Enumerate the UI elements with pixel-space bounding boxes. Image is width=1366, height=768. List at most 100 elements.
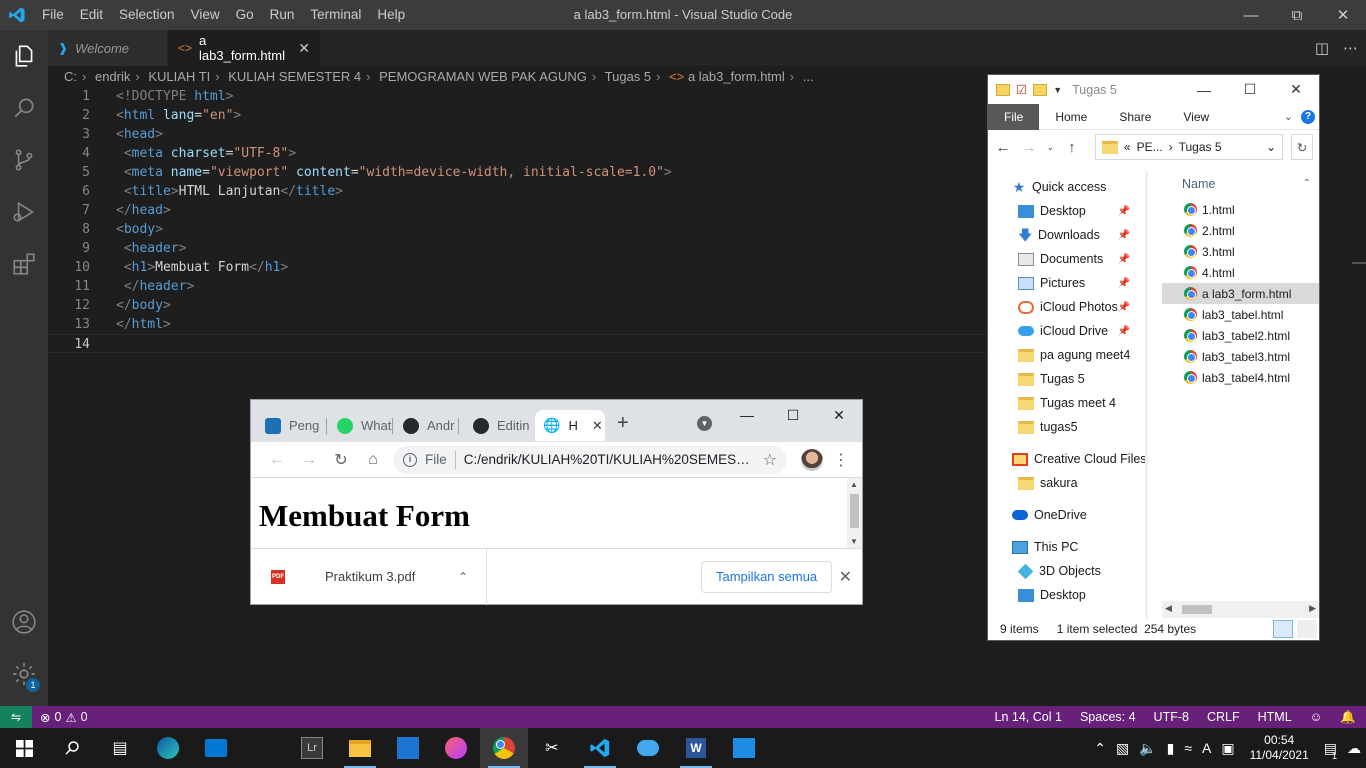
help-icon[interactable]: ? [1301, 109, 1315, 124]
file-row[interactable]: lab3_tabel4.html [1162, 367, 1319, 388]
vscode-taskbar-icon[interactable] [576, 728, 624, 768]
nav-item-pa-agung-meet4[interactable]: pa agung meet4 [988, 343, 1148, 367]
up-arrow-icon[interactable]: ↑ [1063, 139, 1081, 156]
task-view-icon[interactable]: ▤ [96, 728, 144, 768]
close-shelf-icon[interactable]: ✕ [839, 567, 852, 587]
forward-arrow-icon[interactable]: → [1020, 139, 1038, 156]
nav-item-quick-access[interactable]: ★ Quick access [988, 175, 1148, 199]
itunes-icon[interactable] [432, 728, 480, 768]
word-icon[interactable]: W [672, 728, 720, 768]
explorer-icon[interactable] [0, 30, 48, 82]
line-ending[interactable]: CRLF [1207, 710, 1240, 724]
filepane-hscrollbar[interactable]: ◀ ▶ [1162, 601, 1319, 618]
scrollbar-thumb[interactable] [850, 494, 859, 528]
icloud-tray-icon[interactable]: ☁ [1342, 740, 1366, 757]
language-mode[interactable]: HTML [1258, 710, 1292, 724]
expand-ribbon-icon[interactable]: ⌄ [1284, 110, 1293, 123]
chrome-tab[interactable]: Andr [389, 410, 459, 441]
scroll-right-icon[interactable]: ▶ [1309, 603, 1316, 614]
column-header-name[interactable]: Name ⌃ [1162, 171, 1319, 197]
breadcrumb-item[interactable]: C: [64, 69, 77, 84]
profile-avatar[interactable] [801, 448, 823, 471]
source-control-icon[interactable] [0, 134, 48, 186]
breadcrumb-item[interactable]: KULIAH SEMESTER 4 [228, 69, 361, 84]
media-icon[interactable] [384, 728, 432, 768]
scroll-left-icon[interactable]: ◀ [1165, 603, 1172, 614]
reload-icon[interactable]: ↻ [325, 444, 357, 476]
tab-welcome[interactable]: ❱ Welcome [48, 30, 168, 66]
clock[interactable]: 00:54 11/04/2021 [1240, 733, 1319, 763]
new-folder-icon[interactable] [1033, 83, 1048, 96]
ribbon-tab-home[interactable]: Home [1039, 104, 1103, 130]
file-row-selected[interactable]: a lab3_form.html [1162, 283, 1319, 304]
action-center-icon[interactable]: ▤ 1 [1319, 740, 1342, 761]
extensions-icon[interactable] [0, 238, 48, 290]
nav-item-pictures[interactable]: Pictures 📌 [988, 271, 1148, 295]
minimize-button[interactable]: — [1181, 75, 1227, 104]
chrome-tab[interactable]: Peng [251, 410, 327, 441]
back-arrow-icon[interactable]: ← [261, 444, 293, 476]
page-scrollbar[interactable]: ▲ ▼ [847, 478, 862, 548]
tab-close-icon[interactable]: ✕ [298, 40, 310, 57]
new-tab-icon[interactable]: + [617, 412, 629, 435]
tab-lab3-form[interactable]: <> a lab3_form.html ✕ [168, 30, 320, 66]
large-icons-view-icon[interactable] [1297, 620, 1317, 638]
chevron-up-icon[interactable]: ⌃ [458, 570, 468, 584]
refresh-icon[interactable]: ↻ [1291, 134, 1313, 160]
maximize-button[interactable]: ☐ [1227, 75, 1273, 104]
scroll-down-icon[interactable]: ▼ [850, 537, 858, 546]
breadcrumb-item[interactable]: KULIAH TI [148, 69, 210, 84]
ribbon-tab-view[interactable]: View [1167, 104, 1225, 130]
minimize-button[interactable]: — [724, 400, 770, 430]
search-icon[interactable] [0, 82, 48, 134]
accounts-icon[interactable] [0, 596, 48, 648]
edge-icon[interactable] [144, 728, 192, 768]
chrome-tab[interactable]: Editin [459, 410, 535, 441]
file-row[interactable]: 3.html [1162, 241, 1319, 262]
menu-view[interactable]: View [183, 0, 228, 30]
snipping-icon[interactable]: ✂ [528, 728, 576, 768]
lightroom-icon[interactable]: Lr [288, 728, 336, 768]
minimize-button[interactable]: — [1228, 0, 1274, 30]
more-actions-icon[interactable]: ⋯ [1343, 39, 1358, 57]
menu-selection[interactable]: Selection [111, 0, 183, 30]
chrome-menu-icon[interactable]: ⋮ [833, 450, 849, 470]
menu-help[interactable]: Help [369, 0, 413, 30]
menu-terminal[interactable]: Terminal [302, 0, 369, 30]
notifications-bell-icon[interactable]: 🔔 [1340, 710, 1356, 725]
restore-button[interactable]: ⧉ [1274, 0, 1320, 30]
nav-item-onedrive[interactable]: OneDrive [988, 503, 1148, 527]
nav-item-tugas-5[interactable]: Tugas 5 [988, 367, 1148, 391]
breadcrumb-item[interactable]: ... [803, 69, 814, 84]
file-row[interactable]: 2.html [1162, 220, 1319, 241]
input-language-icon[interactable]: A [1197, 740, 1216, 756]
file-row[interactable]: 1.html [1162, 199, 1319, 220]
breadcrumb-item[interactable]: endrik [95, 69, 130, 84]
path-segment[interactable]: Tugas 5 [1179, 140, 1222, 154]
path-segment[interactable]: PE... [1137, 140, 1163, 154]
nav-item-creative-cloud[interactable]: Creative Cloud Files [988, 447, 1148, 471]
encoding[interactable]: UTF-8 [1154, 710, 1189, 724]
file-row[interactable]: 4.html [1162, 262, 1319, 283]
nav-item-documents[interactable]: Documents 📌 [988, 247, 1148, 271]
menu-go[interactable]: Go [228, 0, 262, 30]
chrome-icon[interactable] [480, 728, 528, 768]
breadcrumb-item[interactable]: Tugas 5 [605, 69, 652, 84]
problems-indicator[interactable]: ⊗ 0 ⚠ 0 [32, 710, 88, 725]
nav-item-desktop[interactable]: Desktop 📌 [988, 199, 1148, 223]
download-item[interactable]: PDF Praktikum 3.pdf ⌃ [251, 548, 487, 605]
nvidia-icon[interactable]: ▣ [1216, 740, 1239, 757]
volume-icon[interactable]: 🔈 [1134, 740, 1161, 757]
start-windows-icon[interactable] [0, 728, 48, 768]
feedback-icon[interactable]: ☺ [1310, 710, 1323, 724]
settings-gear-icon[interactable]: 1 [0, 648, 48, 700]
nav-item-this-pc[interactable]: This PC [988, 535, 1148, 559]
ribbon-tab-share[interactable]: Share [1103, 104, 1167, 130]
ribbon-tab-file[interactable]: File [988, 103, 1040, 130]
customize-qa-icon[interactable]: ▼ [1053, 85, 1062, 95]
menu-run[interactable]: Run [262, 0, 303, 30]
chrome-tab-active[interactable]: 🌐 H ✕ [535, 410, 605, 441]
close-button[interactable]: ✕ [1320, 0, 1366, 30]
file-row[interactable]: lab3_tabel.html [1162, 304, 1319, 325]
remote-indicator-icon[interactable]: ⇋ [0, 706, 32, 728]
